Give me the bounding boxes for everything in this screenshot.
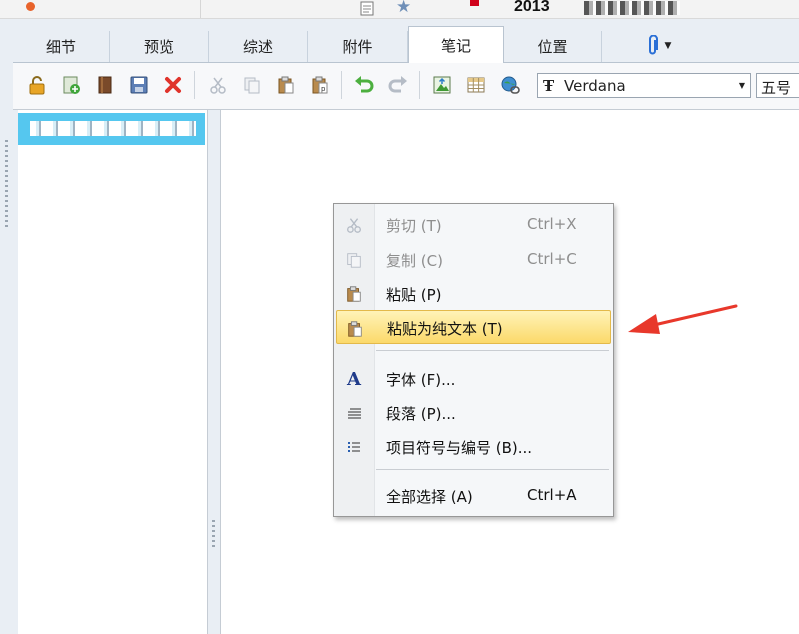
insert-link-icon <box>501 76 520 94</box>
note-list <box>18 110 208 634</box>
menu-item-label: 字体 (F)... <box>386 371 456 389</box>
new-note-button[interactable] <box>60 74 82 96</box>
insert-image-icon <box>433 76 451 94</box>
attachment-menu-button[interactable]: ▼ <box>639 31 679 61</box>
tab-preview[interactable]: 预览 <box>110 31 209 62</box>
cut-icon <box>210 77 226 94</box>
new-note-icon <box>63 76 80 94</box>
menu-item-label: 全部选择 (A) <box>386 488 473 506</box>
menu-item-cut[interactable]: 剪切 (T) Ctrl+X <box>336 207 611 241</box>
context-menu: 剪切 (T) Ctrl+X 复制 (C) Ctrl+C 粘贴 (P) 粘贴为纯文… <box>333 203 614 517</box>
tab-label: 细节 <box>45 38 76 56</box>
tab-label: 笔记 <box>440 36 471 55</box>
copy-button[interactable] <box>241 74 263 96</box>
insert-table-icon <box>467 77 485 93</box>
delete-icon <box>165 77 181 93</box>
tab-location[interactable]: 位置 <box>504 31 602 62</box>
font-family-select[interactable]: Ŧ Verdana ▼ <box>537 73 751 98</box>
menu-item-label: 段落 (P)... <box>386 405 456 423</box>
delete-button[interactable] <box>162 74 184 96</box>
tab-label: 综述 <box>242 38 273 56</box>
tab-label: 预览 <box>143 38 174 56</box>
menu-item-bullets[interactable]: 项目符号与编号 (B)... <box>336 429 611 463</box>
insert-link-button[interactable] <box>499 74 521 96</box>
truetype-font-icon: Ŧ <box>543 77 555 95</box>
document-icon[interactable] <box>360 1 374 16</box>
paste-button[interactable] <box>275 74 297 96</box>
chevron-down-icon: ▼ <box>738 81 745 90</box>
menu-item-shortcut: Ctrl+X <box>527 215 577 233</box>
toolbar-divider <box>194 71 195 99</box>
book-icon <box>98 76 112 94</box>
book-button[interactable] <box>94 74 116 96</box>
paragraph-icon <box>344 403 364 423</box>
bullets-icon <box>344 437 364 457</box>
tab-notes[interactable]: 笔记 <box>408 26 504 63</box>
divider <box>200 0 201 18</box>
font-size-select[interactable]: 五号 <box>756 73 799 98</box>
note-list-item-selected[interactable] <box>18 113 205 145</box>
menu-item-label: 复制 (C) <box>386 252 443 270</box>
reference-title-redacted <box>584 1 680 15</box>
font-icon: A <box>347 368 361 390</box>
paperclip-icon <box>648 35 658 55</box>
note-toolbar: p Ŧ Verdana ▼ 五号 <box>13 62 799 110</box>
save-icon <box>130 76 148 94</box>
font-size-value: 五号 <box>761 79 792 97</box>
annotation-arrow-icon <box>628 304 738 334</box>
menu-separator <box>376 469 609 470</box>
menu-item-copy[interactable]: 复制 (C) Ctrl+C <box>336 242 611 276</box>
menu-item-paste[interactable]: 粘贴 (P) <box>336 276 611 310</box>
paste-icon <box>344 284 364 304</box>
menu-item-label: 粘贴 (P) <box>386 286 442 304</box>
splitter-grip[interactable] <box>5 140 8 230</box>
paste-plain-icon <box>345 319 365 339</box>
menu-item-font[interactable]: A 字体 (F)... <box>336 361 611 395</box>
tab-attachments[interactable]: 附件 <box>308 31 408 62</box>
redo-icon <box>388 76 407 93</box>
save-button[interactable] <box>128 74 150 96</box>
copy-icon <box>244 77 260 94</box>
menu-item-paste-plain-text[interactable]: 粘贴为纯文本 (T) <box>336 310 611 344</box>
tab-details[interactable]: 细节 <box>13 31 110 62</box>
menu-item-shortcut: Ctrl+C <box>527 250 577 268</box>
cut-icon <box>344 215 364 235</box>
menu-item-label: 剪切 (T) <box>386 217 442 235</box>
lock-button[interactable] <box>26 74 48 96</box>
menu-separator <box>376 350 609 351</box>
tab-bar: 细节 预览 综述 附件 笔记 位置 ▼ <box>13 26 799 63</box>
chevron-down-icon: ▼ <box>664 41 672 51</box>
paste-plain-icon: p <box>312 76 328 94</box>
splitter-grip[interactable] <box>212 520 215 550</box>
paste-plain-button[interactable]: p <box>309 74 331 96</box>
status-marker <box>470 0 479 6</box>
menu-item-select-all[interactable]: 全部选择 (A) Ctrl+A <box>336 478 611 512</box>
note-title-redacted <box>30 121 196 136</box>
menu-item-label: 项目符号与编号 (B)... <box>386 439 533 457</box>
copy-icon <box>344 250 364 270</box>
menu-item-shortcut: Ctrl+A <box>527 486 577 504</box>
undo-button[interactable] <box>353 74 375 96</box>
toolbar-divider <box>341 71 342 99</box>
redo-button[interactable] <box>387 74 409 96</box>
insert-image-button[interactable] <box>431 74 453 96</box>
menu-item-label: 粘贴为纯文本 (T) <box>387 320 503 338</box>
paste-icon <box>278 76 294 94</box>
font-name-value: Verdana <box>564 77 626 95</box>
menu-item-paragraph[interactable]: 段落 (P)... <box>336 395 611 429</box>
lock-icon <box>29 76 45 95</box>
tab-label: 附件 <box>342 38 373 56</box>
toolbar-divider <box>419 71 420 99</box>
cut-button[interactable] <box>207 74 229 96</box>
window-dot-icon[interactable] <box>26 2 35 11</box>
undo-icon <box>355 76 374 93</box>
window-top-strip: ★ 2013 <box>0 0 799 19</box>
insert-table-button[interactable] <box>465 74 487 96</box>
star-icon[interactable]: ★ <box>396 0 411 17</box>
svg-text:p: p <box>321 85 326 93</box>
reference-year: 2013 <box>514 0 550 15</box>
tab-summary[interactable]: 综述 <box>209 31 308 62</box>
tab-label: 位置 <box>537 38 568 56</box>
